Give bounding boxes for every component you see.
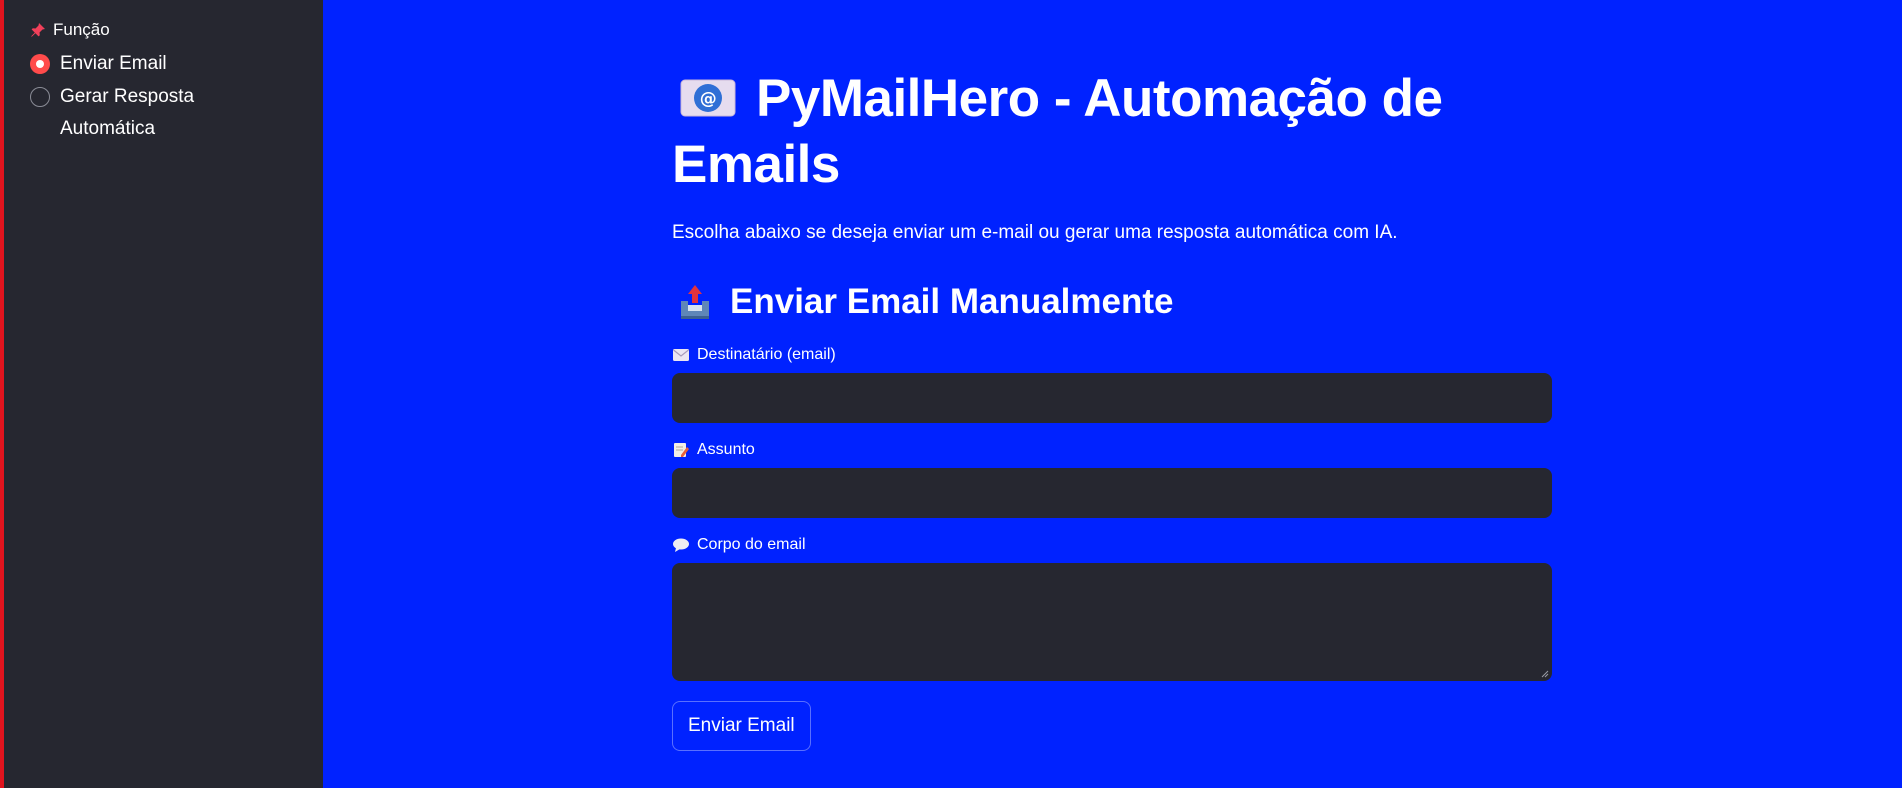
sidebar: Função Enviar Email Gerar Resposta Autom… (4, 0, 323, 788)
radio-option-label: Gerar Resposta Automática (60, 86, 195, 139)
intro-text: Escolha abaixo se deseja enviar um e-mai… (672, 222, 1398, 243)
main-content: @ PyMailHero - Automação de Emails Escol… (672, 0, 1552, 751)
body-label: Corpo do email (672, 534, 1552, 556)
radio-option-enviar-email[interactable]: Enviar Email (30, 52, 323, 80)
sidebar-title-label: Função (53, 20, 110, 39)
body-field-group: Corpo do email (672, 534, 1552, 681)
envelope-icon (673, 349, 689, 361)
recipient-field-group: Destinatário (email) (672, 344, 1552, 423)
recipient-label-text: Destinatário (email) (697, 346, 836, 363)
radio-option-gerar-resposta[interactable]: Gerar Resposta Automática (30, 85, 323, 145)
subject-input[interactable] (672, 468, 1552, 518)
function-radio-group: Enviar Email Gerar Resposta Automática (30, 52, 323, 145)
radio-selected-indicator[interactable] (30, 54, 50, 74)
section-heading-text: Enviar Email Manualmente (730, 282, 1174, 321)
svg-text:@: @ (700, 89, 717, 109)
body-textarea[interactable] (672, 563, 1552, 681)
radio-unselected-indicator[interactable] (30, 87, 50, 107)
recipient-label: Destinatário (email) (672, 344, 1552, 366)
subject-label-text: Assunto (697, 441, 755, 458)
recipient-input[interactable] (672, 373, 1552, 423)
send-email-button[interactable]: Enviar Email (672, 701, 811, 751)
outbox-tray-icon (681, 285, 709, 319)
page-title-text: PyMailHero - Automação de Emails (672, 69, 1443, 194)
subject-field-group: Assunto (672, 439, 1552, 518)
speech-bubble-icon (673, 538, 689, 552)
body-label-text: Corpo do email (697, 536, 806, 553)
envelope-at-icon: @ (680, 79, 736, 117)
resize-grip-icon[interactable] (1541, 670, 1549, 678)
subject-label: Assunto (672, 439, 1552, 461)
sidebar-title: Função (30, 20, 323, 40)
section-heading: Enviar Email Manualmente (672, 278, 1552, 326)
page-title: @ PyMailHero - Automação de Emails (672, 0, 1552, 198)
pushpin-icon (31, 23, 45, 37)
radio-option-label: Enviar Email (60, 53, 167, 74)
memo-icon (674, 443, 689, 457)
